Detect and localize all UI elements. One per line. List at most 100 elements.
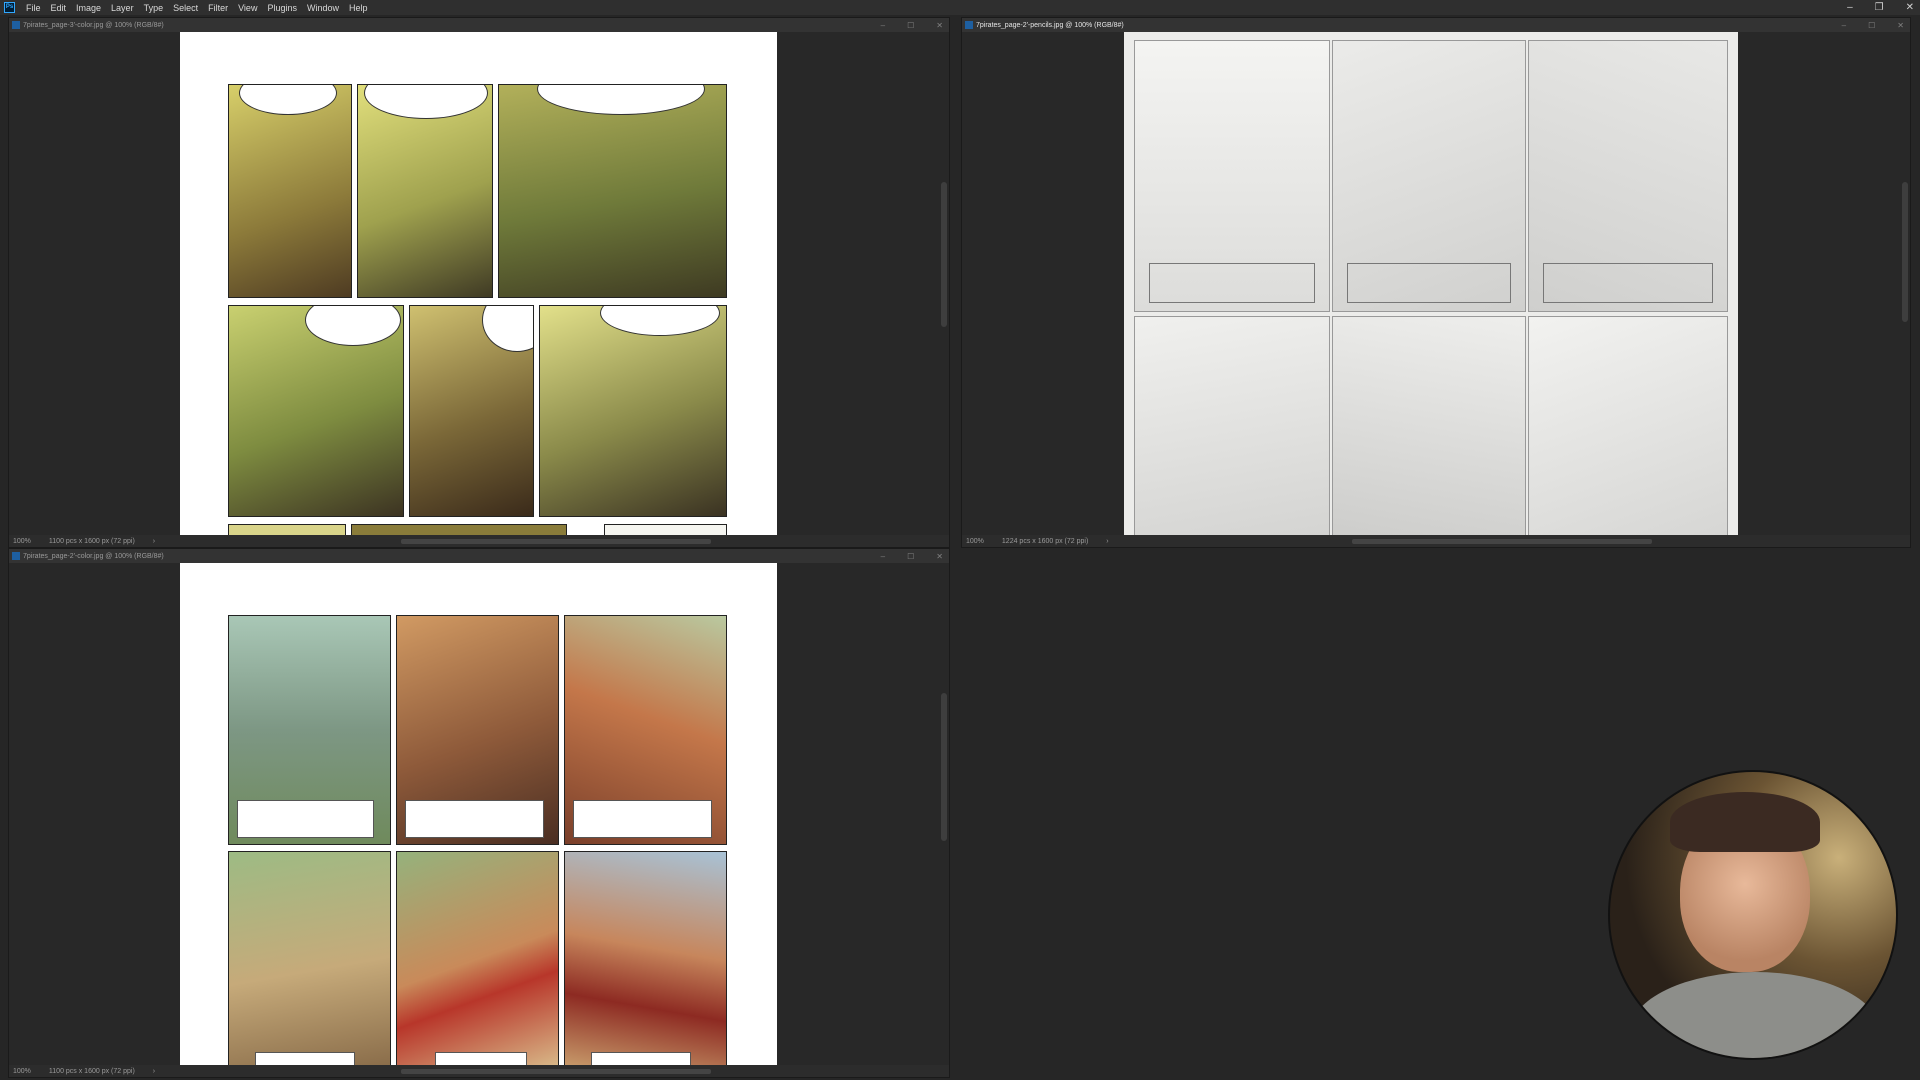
- speech-bubble: [239, 85, 337, 115]
- caption-box: [573, 800, 712, 838]
- menu-edit[interactable]: Edit: [46, 3, 72, 13]
- status-bar: 100% 1100 pcs x 1600 px (72 ppi) ›: [9, 535, 949, 547]
- presenter-shirt: [1630, 972, 1880, 1058]
- webcam-overlay: [1608, 770, 1898, 1060]
- caption-box: [405, 800, 544, 838]
- comic-panel: [396, 615, 559, 845]
- comic-panel: [498, 84, 727, 298]
- speech-bubble: [305, 306, 401, 346]
- maximize-icon[interactable]: ☐: [907, 552, 914, 561]
- zoom-level[interactable]: 100%: [13, 1068, 31, 1075]
- vertical-scrollbar[interactable]: [941, 693, 947, 841]
- document-titlebar[interactable]: 7pirates_page-2'-color.jpg @ 100% (RGB/8…: [9, 549, 949, 563]
- close-icon[interactable]: ✕: [936, 21, 943, 30]
- status-arrow-icon[interactable]: ›: [153, 1068, 155, 1075]
- comic-panel: [539, 305, 727, 517]
- horizontal-scrollbar[interactable]: [1352, 539, 1652, 544]
- document-window-page3-color[interactable]: 7pirates_page-3'-color.jpg @ 100% (RGB/8…: [8, 17, 950, 548]
- close-icon[interactable]: ✕: [1897, 21, 1904, 30]
- vertical-scrollbar[interactable]: [941, 182, 947, 327]
- comic-panel: [351, 524, 567, 535]
- minimize-icon[interactable]: –: [1842, 21, 1846, 30]
- comic-panel: [564, 851, 727, 1065]
- comic-panel: [228, 84, 352, 298]
- menu-help[interactable]: Help: [344, 3, 373, 13]
- comic-panel: [228, 305, 404, 517]
- caption-box: [1347, 263, 1511, 303]
- pencil-page: [1124, 32, 1738, 535]
- caption-box: [255, 1052, 355, 1065]
- vertical-scrollbar[interactable]: [1902, 182, 1908, 322]
- pencil-panel: [1528, 316, 1728, 535]
- speech-bubble: [482, 306, 533, 352]
- menu-select[interactable]: Select: [168, 3, 203, 13]
- document-window-page2-color[interactable]: 7pirates_page-2'-color.jpg @ 100% (RGB/8…: [8, 548, 950, 1078]
- photoshop-logo-icon: Ps: [4, 2, 15, 13]
- menu-view[interactable]: View: [233, 3, 262, 13]
- menu-window[interactable]: Window: [302, 3, 344, 13]
- document-titlebar[interactable]: 7pirates_page-3'-color.jpg @ 100% (RGB/8…: [9, 18, 949, 32]
- zoom-level[interactable]: 100%: [966, 538, 984, 545]
- comic-panel: [409, 305, 534, 517]
- comic-panel: [604, 524, 727, 535]
- document-canvas[interactable]: [962, 32, 1910, 535]
- comic-panel: [228, 615, 391, 845]
- caption-box: [591, 1052, 691, 1065]
- speech-bubble: [600, 306, 720, 336]
- menu-type[interactable]: Type: [139, 3, 169, 13]
- status-arrow-icon[interactable]: ›: [1106, 538, 1108, 545]
- document-dimensions: 1224 pcs x 1600 px (72 ppi): [1001, 537, 1089, 545]
- pencil-panel: [1332, 40, 1526, 312]
- document-canvas[interactable]: [9, 563, 949, 1065]
- minimize-icon[interactable]: –: [1847, 2, 1853, 13]
- maximize-icon[interactable]: ☐: [1868, 21, 1875, 30]
- horizontal-scrollbar[interactable]: [401, 539, 711, 544]
- comic-panel: [228, 524, 346, 535]
- pencil-panel: [1332, 316, 1526, 535]
- comic-panel: [357, 84, 493, 298]
- document-icon: [12, 552, 20, 560]
- minimize-icon[interactable]: –: [881, 552, 885, 561]
- status-bar: 100% 1224 pcs x 1600 px (72 ppi) ›: [962, 535, 1910, 547]
- zoom-level[interactable]: 100%: [13, 538, 31, 545]
- comic-page: [180, 563, 777, 1065]
- menu-image[interactable]: Image: [71, 3, 106, 13]
- pencil-panel: [1528, 40, 1728, 312]
- menu-bar: Ps File Edit Image Layer Type Select Fil…: [0, 0, 1920, 15]
- comic-page: [180, 32, 777, 535]
- document-title: 7pirates_page-2'-pencils.jpg @ 100% (RGB…: [976, 21, 1124, 29]
- caption-box: [237, 800, 374, 838]
- status-arrow-icon[interactable]: ›: [153, 538, 155, 545]
- document-icon: [965, 21, 973, 29]
- document-window-page2-pencils[interactable]: 7pirates_page-2'-pencils.jpg @ 100% (RGB…: [961, 17, 1911, 548]
- caption-box: [1543, 263, 1713, 303]
- app-window-controls: – ❐ ✕: [1847, 0, 1914, 15]
- minimize-icon[interactable]: –: [881, 21, 885, 30]
- pencil-panel: [1134, 316, 1330, 535]
- presenter-hair: [1670, 792, 1820, 852]
- speech-bubble: [364, 85, 488, 119]
- menu-file[interactable]: File: [21, 3, 46, 13]
- comic-panel: [228, 851, 391, 1065]
- document-title: 7pirates_page-3'-color.jpg @ 100% (RGB/8…: [23, 21, 164, 29]
- restore-icon[interactable]: ❐: [1875, 2, 1884, 13]
- document-dimensions: 1100 pcs x 1600 px (72 ppi): [48, 1067, 135, 1075]
- close-icon[interactable]: ✕: [936, 552, 943, 561]
- document-dimensions: 1100 pcs x 1600 px (72 ppi): [48, 537, 135, 545]
- menu-filter[interactable]: Filter: [203, 3, 233, 13]
- pencil-panel: [1134, 40, 1330, 312]
- caption-box: [435, 1052, 527, 1065]
- comic-panel: [564, 615, 727, 845]
- close-icon[interactable]: ✕: [1906, 2, 1914, 13]
- document-icon: [12, 21, 20, 29]
- comic-panel: [396, 851, 559, 1065]
- menu-layer[interactable]: Layer: [106, 3, 139, 13]
- document-canvas[interactable]: [9, 32, 949, 535]
- maximize-icon[interactable]: ☐: [907, 21, 914, 30]
- caption-box: [1149, 263, 1315, 303]
- menu-plugins[interactable]: Plugins: [262, 3, 302, 13]
- status-bar: 100% 1100 pcs x 1600 px (72 ppi) ›: [9, 1065, 949, 1077]
- horizontal-scrollbar[interactable]: [401, 1069, 711, 1074]
- document-titlebar[interactable]: 7pirates_page-2'-pencils.jpg @ 100% (RGB…: [962, 18, 1910, 32]
- speech-bubble: [537, 85, 705, 115]
